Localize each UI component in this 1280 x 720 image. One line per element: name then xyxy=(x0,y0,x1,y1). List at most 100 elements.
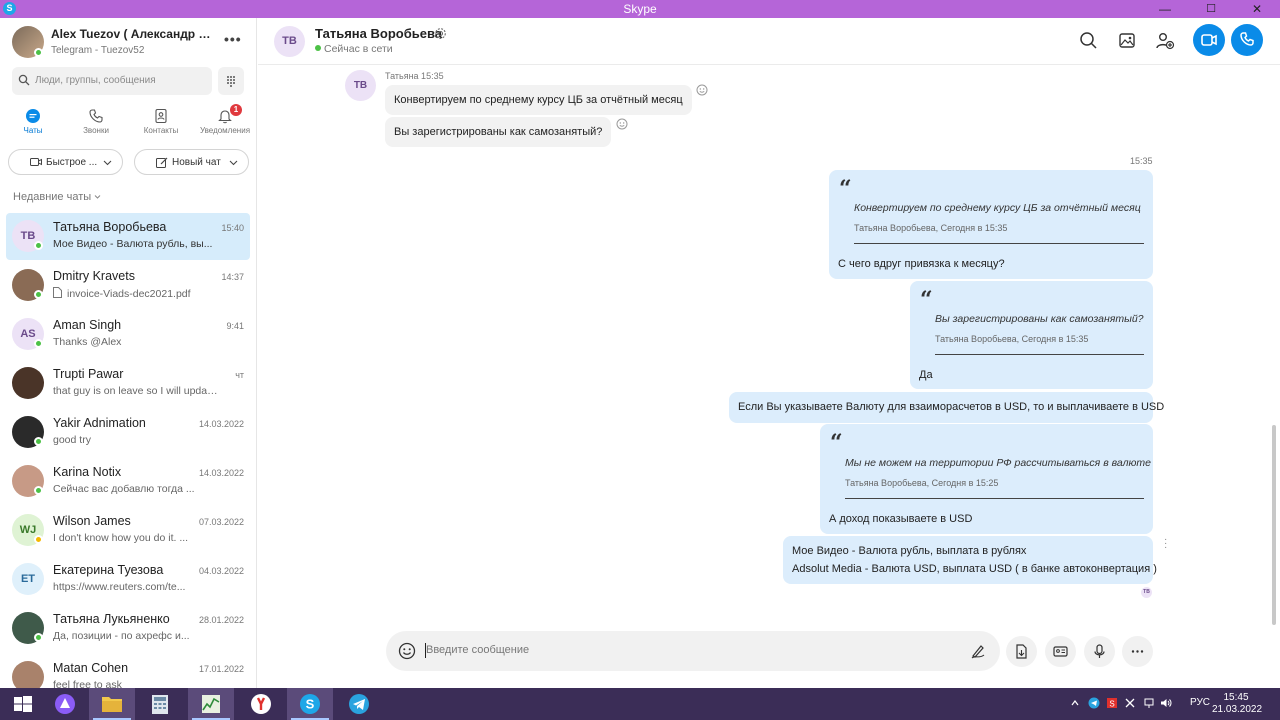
chat-list-item[interactable]: Karina Notix 14.03.2022 Сейчас вас добавлю… xyxy=(6,458,250,505)
telegram-tray-icon[interactable] xyxy=(1088,697,1100,709)
quoted-meta: Татьяна Воробьева, Сегодня в 15:35 xyxy=(935,334,1089,344)
search-conversation-button[interactable] xyxy=(1077,29,1101,53)
video-call-button[interactable] xyxy=(1193,24,1225,56)
chat-list-item[interactable]: WJ Wilson James 07.03.2022 I don't know how… xyxy=(6,507,250,554)
my-avatar[interactable] xyxy=(12,26,44,58)
audio-call-button[interactable] xyxy=(1231,24,1263,56)
taskbar-skype[interactable]: S xyxy=(287,688,333,720)
outgoing-message[interactable]: “ Конвертируем по среднему курсу ЦБ за о… xyxy=(829,170,1153,279)
taskbar-monitor[interactable] xyxy=(188,688,234,720)
chat-preview-text: Мое Видео - Валюта рубль, вы... xyxy=(53,238,213,250)
more-actions-button[interactable] xyxy=(1122,636,1153,667)
taskbar-telegram[interactable] xyxy=(336,688,382,720)
recent-chats-label: Недавние чаты xyxy=(13,191,92,203)
close-button[interactable]: ✕ xyxy=(1234,0,1280,18)
gear-icon[interactable] xyxy=(434,27,447,40)
chat-time: 17.01.2022 xyxy=(198,664,244,674)
taskbar-explorer[interactable] xyxy=(89,688,135,720)
network-icon[interactable] xyxy=(1143,697,1155,709)
search-box[interactable]: Люди, группы, сообщения xyxy=(12,67,212,95)
tray-expand-icon[interactable] xyxy=(1071,699,1079,707)
chat-time: 14.03.2022 xyxy=(198,419,244,429)
chat-list-item[interactable]: ТВ Татьяна Воробьева 15:40 Мое Видео - Валю… xyxy=(6,213,250,260)
add-reaction-icon[interactable] xyxy=(616,118,628,130)
window-title: Skype xyxy=(623,2,657,16)
recent-chats-header[interactable]: Недавние чаты xyxy=(13,191,101,203)
quoted-text: Вы зарегистрированы как самозанятый? xyxy=(935,313,1144,325)
tab-chats[interactable]: Чаты xyxy=(8,108,58,135)
more-options-button[interactable]: ••• xyxy=(224,31,242,47)
add-people-button[interactable] xyxy=(1153,29,1177,53)
online-status-dot xyxy=(34,241,43,250)
online-status-dot xyxy=(34,486,43,495)
attach-file-button[interactable] xyxy=(1006,636,1037,667)
chat-list-item[interactable]: Dmitry Kravets 14:37 invoice-Viads-dec2021… xyxy=(6,262,250,309)
chat-list-item[interactable]: AS Aman Singh 9:41 Thanks @Alex xyxy=(6,311,250,358)
microphone-icon xyxy=(1094,644,1105,658)
skype-tray-icon[interactable]: S xyxy=(1106,697,1118,709)
cortana-button[interactable] xyxy=(42,688,88,720)
chat-preview-text: https://www.reuters.com/te... xyxy=(53,581,186,593)
maximize-button[interactable]: ☐ xyxy=(1188,0,1234,18)
incoming-meta: Татьяна 15:35 xyxy=(385,71,444,81)
search-placeholder: Люди, группы, сообщения xyxy=(35,75,156,86)
outgoing-message[interactable]: “ Мы не можем на территории РФ рассчитыв… xyxy=(820,424,1153,534)
chat-list-item[interactable]: Matan Cohen 17.01.2022 feel free to ask xyxy=(6,654,250,688)
meet-now-label: Быстрое ... xyxy=(46,157,98,168)
search-icon xyxy=(1080,32,1097,49)
sender-avatar[interactable]: ТВ xyxy=(345,70,376,101)
emoji-icon[interactable] xyxy=(398,642,416,660)
system-clock[interactable]: 15:45 21.03.2022 xyxy=(1212,692,1262,716)
my-name[interactable]: Alex Tuezov ( Александр Туе... xyxy=(51,27,211,41)
taskbar-calculator[interactable] xyxy=(137,688,183,720)
minimize-button[interactable]: — xyxy=(1142,0,1188,18)
outgoing-message[interactable]: Мое Видео - Валюта рубль, выплата в рубл… xyxy=(783,536,1157,584)
chat-time: чт xyxy=(235,370,244,380)
window-titlebar[interactable]: S Skype — ☐ ✕ xyxy=(0,0,1280,18)
snipping-tray-icon[interactable] xyxy=(1124,697,1136,709)
chat-name: Wilson James xyxy=(53,514,131,528)
format-text-icon[interactable] xyxy=(970,643,986,659)
message-composer[interactable]: Введите сообщение xyxy=(386,631,1000,671)
meet-now-button[interactable]: Быстрое ... xyxy=(8,149,123,175)
chat-list-item[interactable]: Trupti Pawar чт that guy is on leave so I … xyxy=(6,360,250,407)
chat-list-item[interactable]: Татьяна Лукьяненко 28.01.2022 Да, позиции … xyxy=(6,605,250,652)
chat-time: 15:40 xyxy=(221,223,244,233)
new-chat-button[interactable]: Новый чат xyxy=(134,149,249,175)
tab-calls[interactable]: Звонки xyxy=(71,108,121,135)
chevron-down-icon xyxy=(103,160,112,166)
start-button[interactable] xyxy=(0,688,46,720)
conversation-scrollbar[interactable] xyxy=(1272,425,1276,625)
outgoing-message[interactable]: Если Вы указываете Валюту для взаиморасч… xyxy=(729,392,1164,423)
contact-avatar[interactable]: ТВ xyxy=(274,26,305,57)
my-mood[interactable]: Telegram - Tuezov52 xyxy=(51,45,144,56)
volume-icon[interactable] xyxy=(1160,697,1172,709)
add-reaction-icon[interactable] xyxy=(696,84,708,96)
chat-list-item[interactable]: Yakir Adnimation 14.03.2022 good try xyxy=(6,409,250,456)
taskbar-yandex-browser[interactable] xyxy=(238,688,284,720)
dialpad-button[interactable] xyxy=(218,67,244,95)
chat-time: 9:41 xyxy=(226,321,244,331)
message-input-placeholder[interactable]: Введите сообщение xyxy=(426,644,529,656)
chat-name: Татьяна Лукьяненко xyxy=(53,612,170,626)
message-options-icon[interactable]: · · · xyxy=(1164,535,1167,553)
online-status-dot xyxy=(34,48,43,57)
gallery-button[interactable] xyxy=(1115,29,1139,53)
contact-card-icon xyxy=(1053,646,1068,657)
contact-status: Сейчас в сети xyxy=(315,43,393,55)
contact-name[interactable]: Татьяна Воробьева xyxy=(315,26,442,41)
chat-list-item[interactable]: ЕТ Екатерина Туезова 04.03.2022 https://www… xyxy=(6,556,250,603)
incoming-message[interactable]: Вы зарегистрированы как самозанятый? xyxy=(385,117,612,147)
chat-preview-text: good try xyxy=(53,434,91,446)
voice-message-button[interactable] xyxy=(1084,636,1115,667)
tab-contacts[interactable]: Контакты xyxy=(136,108,186,135)
send-contact-button[interactable] xyxy=(1045,636,1076,667)
chat-avatar xyxy=(12,661,44,688)
chat-name: Aman Singh xyxy=(53,318,122,332)
outgoing-message[interactable]: “ Вы зарегистрированы как самозанятый? Т… xyxy=(910,281,1153,389)
tab-notifications[interactable]: 1 Уведомления xyxy=(200,104,250,135)
message-text: А доход показываете в USD xyxy=(829,513,973,525)
language-indicator[interactable]: РУС xyxy=(1190,697,1210,708)
file-icon xyxy=(53,287,62,298)
incoming-message[interactable]: Конвертируем по среднему курсу ЦБ за отч… xyxy=(385,85,692,115)
